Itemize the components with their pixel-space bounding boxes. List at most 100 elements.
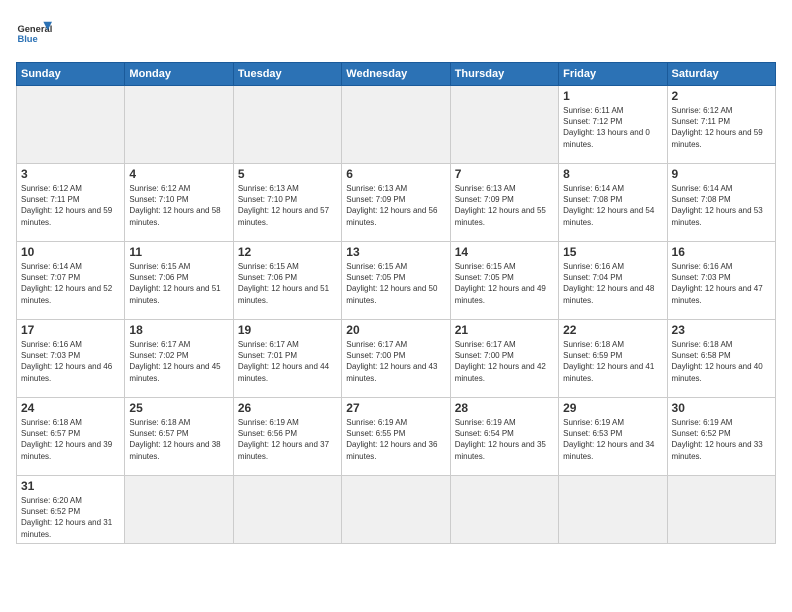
day-of-week-header: Tuesday [233,63,341,86]
calendar-day-cell [342,476,450,544]
day-number: 7 [455,167,554,181]
day-number: 18 [129,323,228,337]
day-number: 29 [563,401,662,415]
calendar-day-cell [125,86,233,164]
calendar-week-row: 17 Sunrise: 6:16 AMSunset: 7:03 PMDayligh… [17,320,776,398]
day-info: Sunrise: 6:12 AMSunset: 7:10 PMDaylight:… [129,183,228,228]
day-info: Sunrise: 6:18 AMSunset: 6:57 PMDaylight:… [21,417,120,462]
day-of-week-header: Saturday [667,63,775,86]
day-number: 19 [238,323,337,337]
header: General Blue [16,16,776,52]
day-info: Sunrise: 6:13 AMSunset: 7:09 PMDaylight:… [455,183,554,228]
day-number: 20 [346,323,445,337]
calendar-day-cell: 28 Sunrise: 6:19 AMSunset: 6:54 PMDayligh… [450,398,558,476]
calendar-day-cell: 11Sunrise: 6:15 AMSunset: 7:06 PMDayligh… [125,242,233,320]
day-number: 4 [129,167,228,181]
day-info: Sunrise: 6:16 AMSunset: 7:04 PMDaylight:… [563,261,662,306]
day-number: 30 [672,401,771,415]
day-number: 28 [455,401,554,415]
calendar-day-cell: 5Sunrise: 6:13 AMSunset: 7:10 PMDaylight… [233,164,341,242]
day-number: 5 [238,167,337,181]
calendar-day-cell: 27Sunrise: 6:19 AMSunset: 6:55 PMDayligh… [342,398,450,476]
calendar-day-cell: 3 Sunrise: 6:12 AMSunset: 7:11 PMDaylight… [17,164,125,242]
calendar-day-cell: 10Sunrise: 6:14 AMSunset: 7:07 PMDayligh… [17,242,125,320]
day-info: Sunrise: 6:14 AMSunset: 7:08 PMDaylight:… [672,183,771,228]
day-number: 11 [129,245,228,259]
day-info: Sunrise: 6:17 AMSunset: 7:02 PMDaylight:… [129,339,228,384]
calendar-week-row: 31 Sunrise: 6:20 AMSunset: 6:52 PMDayligh… [17,476,776,544]
calendar-day-cell: 19 Sunrise: 6:17 AMSunset: 7:01 PMDayligh… [233,320,341,398]
day-of-week-header: Sunday [17,63,125,86]
calendar-week-row: 3 Sunrise: 6:12 AMSunset: 7:11 PMDaylight… [17,164,776,242]
calendar-day-cell: 30 Sunrise: 6:19 AMSunset: 6:52 PMDayligh… [667,398,775,476]
day-info: Sunrise: 6:18 AMSunset: 6:59 PMDaylight:… [563,339,662,384]
calendar-day-cell [233,476,341,544]
day-of-week-header: Thursday [450,63,558,86]
day-number: 15 [563,245,662,259]
day-number: 12 [238,245,337,259]
day-info: Sunrise: 6:15 AMSunset: 7:05 PMDaylight:… [455,261,554,306]
day-number: 3 [21,167,120,181]
day-number: 23 [672,323,771,337]
calendar-day-cell: 16 Sunrise: 6:16 AMSunset: 7:03 PMDayligh… [667,242,775,320]
day-number: 2 [672,89,771,103]
calendar-day-cell: 6Sunrise: 6:13 AMSunset: 7:09 PMDaylight… [342,164,450,242]
calendar-day-cell [450,86,558,164]
day-info: Sunrise: 6:14 AMSunset: 7:08 PMDaylight:… [563,183,662,228]
calendar-day-cell: 9 Sunrise: 6:14 AMSunset: 7:08 PMDaylight… [667,164,775,242]
day-info: Sunrise: 6:17 AMSunset: 7:00 PMDaylight:… [455,339,554,384]
calendar-week-row: 24 Sunrise: 6:18 AMSunset: 6:57 PMDayligh… [17,398,776,476]
day-info: Sunrise: 6:17 AMSunset: 7:00 PMDaylight:… [346,339,445,384]
day-info: Sunrise: 6:19 AMSunset: 6:52 PMDaylight:… [672,417,771,462]
calendar-day-cell: 2 Sunrise: 6:12 AMSunset: 7:11 PMDaylight… [667,86,775,164]
calendar-day-cell: 18 Sunrise: 6:17 AMSunset: 7:02 PMDayligh… [125,320,233,398]
day-number: 26 [238,401,337,415]
calendar-day-cell: 22Sunrise: 6:18 AMSunset: 6:59 PMDayligh… [559,320,667,398]
day-number: 25 [129,401,228,415]
logo: General Blue [16,16,52,52]
calendar-day-cell [17,86,125,164]
calendar-day-cell: 23 Sunrise: 6:18 AMSunset: 6:58 PMDayligh… [667,320,775,398]
svg-text:Blue: Blue [17,34,37,44]
day-info: Sunrise: 6:12 AMSunset: 7:11 PMDaylight:… [672,105,771,150]
day-number: 10 [21,245,120,259]
day-number: 1 [563,89,662,103]
day-of-week-header: Friday [559,63,667,86]
calendar-week-row: 10Sunrise: 6:14 AMSunset: 7:07 PMDayligh… [17,242,776,320]
calendar-day-cell [559,476,667,544]
day-number: 13 [346,245,445,259]
day-info: Sunrise: 6:15 AMSunset: 7:05 PMDaylight:… [346,261,445,306]
generalblue-logo-icon: General Blue [16,16,52,52]
day-number: 17 [21,323,120,337]
day-number: 9 [672,167,771,181]
day-of-week-header: Monday [125,63,233,86]
calendar-day-cell: 24 Sunrise: 6:18 AMSunset: 6:57 PMDayligh… [17,398,125,476]
calendar-day-cell: 17 Sunrise: 6:16 AMSunset: 7:03 PMDayligh… [17,320,125,398]
day-number: 16 [672,245,771,259]
day-number: 31 [21,479,120,493]
calendar-day-cell [450,476,558,544]
day-info: Sunrise: 6:16 AMSunset: 7:03 PMDaylight:… [21,339,120,384]
day-info: Sunrise: 6:20 AMSunset: 6:52 PMDaylight:… [21,495,120,540]
day-number: 27 [346,401,445,415]
day-info: Sunrise: 6:19 AMSunset: 6:54 PMDaylight:… [455,417,554,462]
calendar-day-cell: 31 Sunrise: 6:20 AMSunset: 6:52 PMDayligh… [17,476,125,544]
day-info: Sunrise: 6:17 AMSunset: 7:01 PMDaylight:… [238,339,337,384]
day-info: Sunrise: 6:12 AMSunset: 7:11 PMDaylight:… [21,183,120,228]
day-number: 21 [455,323,554,337]
day-number: 24 [21,401,120,415]
page: General Blue SundayMondayTuesdayWednesda… [0,0,792,612]
calendar-week-row: 1 Sunrise: 6:11 AMSunset: 7:12 PMDaylight… [17,86,776,164]
calendar-day-cell: 1 Sunrise: 6:11 AMSunset: 7:12 PMDaylight… [559,86,667,164]
calendar-day-cell: 13 Sunrise: 6:15 AMSunset: 7:05 PMDayligh… [342,242,450,320]
calendar-day-cell: 25Sunrise: 6:18 AMSunset: 6:57 PMDayligh… [125,398,233,476]
day-info: Sunrise: 6:11 AMSunset: 7:12 PMDaylight:… [563,105,662,150]
calendar-day-cell: 14Sunrise: 6:15 AMSunset: 7:05 PMDayligh… [450,242,558,320]
calendar-day-cell: 4 Sunrise: 6:12 AMSunset: 7:10 PMDaylight… [125,164,233,242]
calendar-day-cell [125,476,233,544]
calendar-day-cell [342,86,450,164]
day-info: Sunrise: 6:18 AMSunset: 6:58 PMDaylight:… [672,339,771,384]
day-number: 8 [563,167,662,181]
calendar-day-cell: 29Sunrise: 6:19 AMSunset: 6:53 PMDayligh… [559,398,667,476]
day-info: Sunrise: 6:16 AMSunset: 7:03 PMDaylight:… [672,261,771,306]
